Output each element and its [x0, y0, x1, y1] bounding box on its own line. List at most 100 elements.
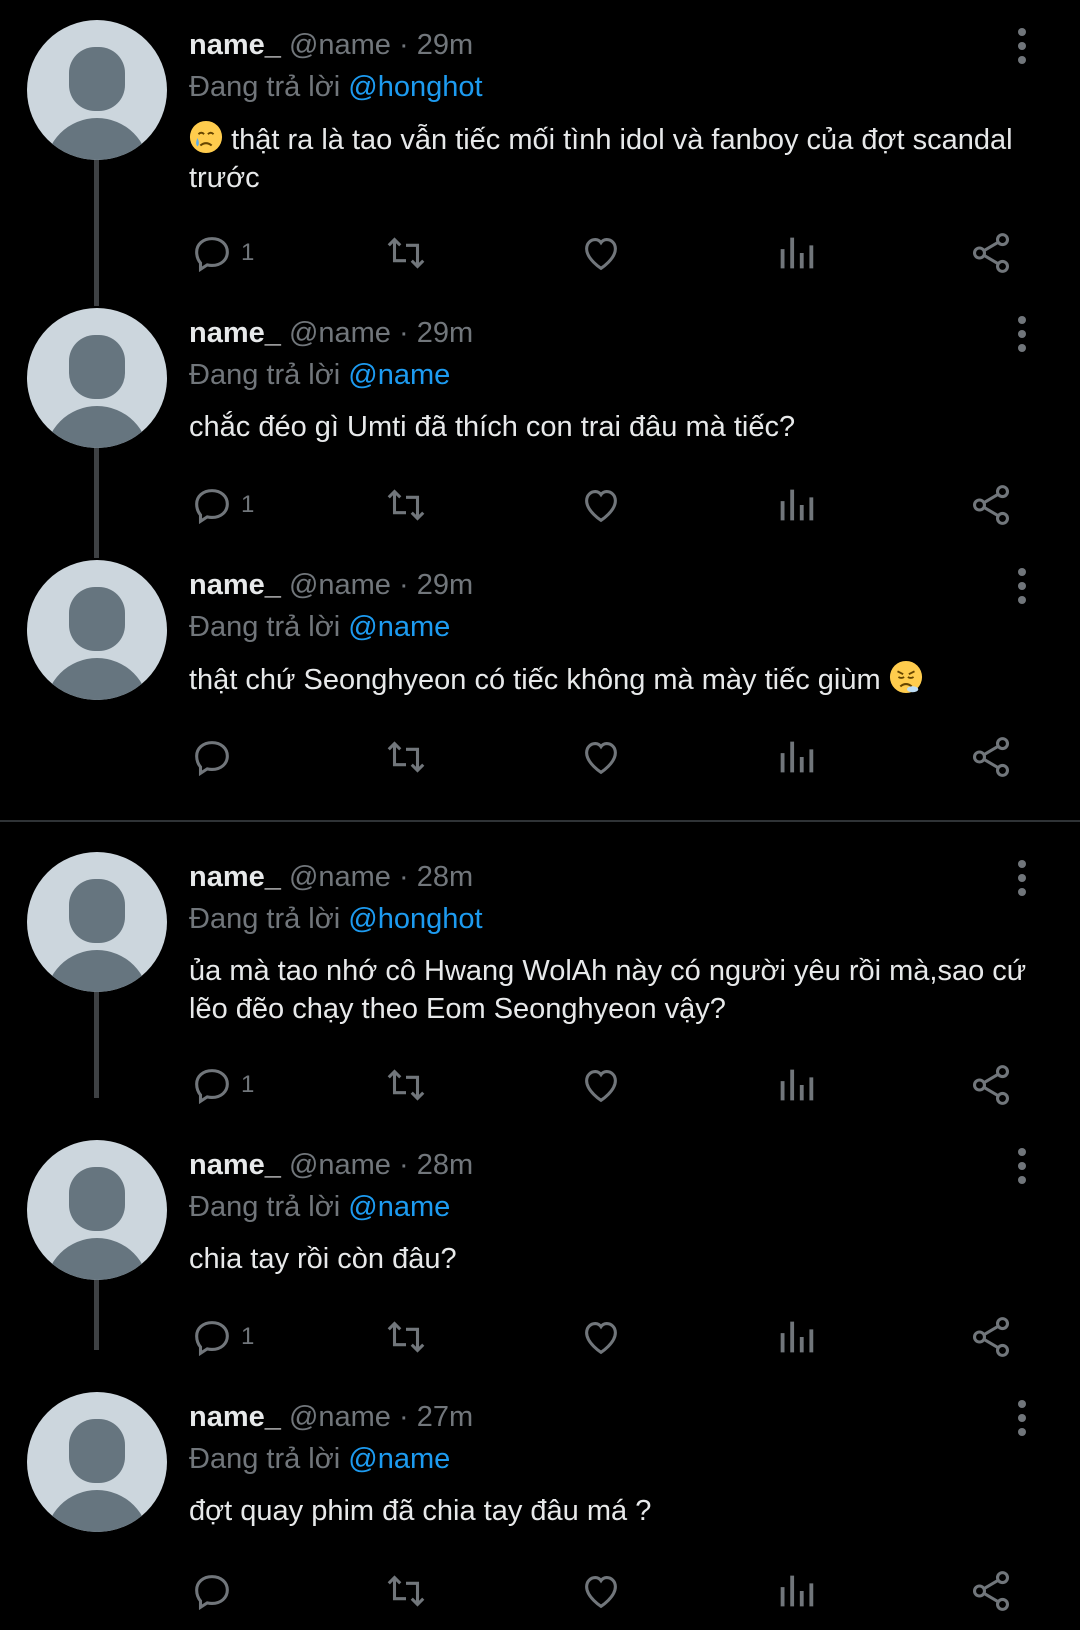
tweet[interactable]: name_ @name · 28m Đang trả lời @honghot …	[0, 832, 1080, 1122]
views-button[interactable]	[773, 1566, 819, 1616]
display-name[interactable]: name_	[189, 569, 281, 601]
more-options-icon[interactable]	[1010, 1398, 1034, 1438]
share-button[interactable]	[968, 1312, 1014, 1362]
display-name[interactable]: name_	[189, 1149, 281, 1181]
user-handle[interactable]: @name	[289, 1149, 391, 1181]
tweet-actions: 1	[0, 228, 1080, 278]
tweet-body: ủa mà tao nhớ cô Hwang WolAh này có ngườ…	[189, 955, 1027, 1025]
timestamp[interactable]: 27m	[417, 1401, 473, 1433]
tweet-body: thật chứ Seonghyeon có tiếc không mà mày…	[189, 664, 881, 696]
user-handle[interactable]: @name	[289, 861, 391, 893]
like-button[interactable]	[578, 1060, 624, 1110]
like-button[interactable]	[578, 1312, 624, 1362]
reply-prefix: Đang trả lời	[189, 359, 341, 391]
share-button[interactable]	[968, 732, 1014, 782]
share-icon	[972, 1317, 1010, 1357]
tweet[interactable]: name_ @name · 29m Đang trả lời @honghot …	[0, 0, 1080, 290]
mention-link[interactable]: @honghot	[348, 71, 482, 103]
reply-button[interactable]: 1	[189, 1312, 254, 1362]
more-options-icon[interactable]	[1010, 314, 1034, 354]
like-icon	[585, 742, 617, 775]
more-options-icon[interactable]	[1010, 1146, 1034, 1186]
timestamp[interactable]: 28m	[417, 1149, 473, 1181]
tweet[interactable]: name_ @name · 28m Đang trả lời @name chi…	[0, 1120, 1080, 1372]
reply-button[interactable]: 1	[189, 228, 254, 278]
tweet[interactable]: name_ @name · 27m Đang trả lời @name đợt…	[0, 1372, 1080, 1630]
reply-prefix: Đang trả lời	[189, 611, 341, 643]
reply-prefix: Đang trả lời	[189, 1443, 341, 1475]
views-icon	[780, 1069, 814, 1101]
avatar[interactable]	[27, 308, 167, 448]
mention-link[interactable]: @name	[348, 611, 450, 643]
views-button[interactable]	[773, 732, 819, 782]
share-button[interactable]	[968, 480, 1014, 530]
like-button[interactable]	[578, 228, 624, 278]
user-handle[interactable]: @name	[289, 569, 391, 601]
mention-link[interactable]: @name	[348, 359, 450, 391]
display-name[interactable]: name_	[189, 317, 281, 349]
share-button[interactable]	[968, 1566, 1014, 1616]
retweet-button[interactable]	[383, 1060, 429, 1110]
retweet-button[interactable]	[383, 1312, 429, 1362]
separator: ·	[399, 29, 409, 61]
display-name[interactable]: name_	[189, 861, 281, 893]
views-button[interactable]	[773, 1060, 819, 1110]
retweet-icon	[387, 1575, 425, 1607]
timestamp[interactable]: 29m	[417, 317, 473, 349]
avatar[interactable]	[27, 20, 167, 160]
user-handle[interactable]: @name	[289, 1401, 391, 1433]
user-handle[interactable]: @name	[289, 29, 391, 61]
share-icon	[972, 1065, 1010, 1105]
like-button[interactable]	[578, 1566, 624, 1616]
views-icon	[780, 741, 814, 773]
reply-button[interactable]	[189, 732, 241, 782]
retweet-button[interactable]	[383, 1566, 429, 1616]
retweet-button[interactable]	[383, 480, 429, 530]
avatar[interactable]	[27, 560, 167, 700]
share-button[interactable]	[968, 228, 1014, 278]
timestamp[interactable]: 29m	[417, 29, 473, 61]
tweet[interactable]: name_ @name · 29m Đang trả lời @name chắ…	[0, 288, 1080, 540]
tweet-header: name_ @name · 27m	[189, 1398, 473, 1436]
reply-icon	[195, 1321, 229, 1357]
avatar[interactable]	[27, 1140, 167, 1280]
views-button[interactable]	[773, 228, 819, 278]
retweet-button[interactable]	[383, 732, 429, 782]
user-handle[interactable]: @name	[289, 317, 391, 349]
share-button[interactable]	[968, 1060, 1014, 1110]
disappointed-relieved-face-emoji	[889, 660, 922, 694]
retweet-button[interactable]	[383, 228, 429, 278]
display-name[interactable]: name_	[189, 1401, 281, 1433]
mention-link[interactable]: @name	[348, 1443, 450, 1475]
reply-button[interactable]	[189, 1566, 241, 1616]
display-name[interactable]: name_	[189, 29, 281, 61]
separator: ·	[399, 317, 409, 349]
avatar[interactable]	[27, 852, 167, 992]
tweet-actions	[0, 1566, 1080, 1616]
reply-button[interactable]: 1	[189, 480, 254, 530]
share-icon	[972, 233, 1010, 273]
tweet-actions: 1	[0, 1312, 1080, 1362]
reply-button[interactable]: 1	[189, 1060, 254, 1110]
mention-link[interactable]: @name	[348, 1191, 450, 1223]
avatar[interactable]	[27, 1392, 167, 1532]
like-button[interactable]	[578, 480, 624, 530]
more-options-icon[interactable]	[1010, 26, 1034, 66]
timestamp[interactable]: 29m	[417, 569, 473, 601]
tweet[interactable]: name_ @name · 29m Đang trả lời @name thậ…	[0, 540, 1080, 820]
tweet-actions: 1	[0, 1060, 1080, 1110]
like-button[interactable]	[578, 732, 624, 782]
views-button[interactable]	[773, 480, 819, 530]
timestamp[interactable]: 28m	[417, 861, 473, 893]
mention-link[interactable]: @honghot	[348, 903, 482, 935]
tweet-text: chia tay rồi còn đâu?	[189, 1240, 1049, 1278]
more-options-icon[interactable]	[1010, 858, 1034, 898]
more-options-icon[interactable]	[1010, 566, 1034, 606]
tweet-text: thật chứ Seonghyeon có tiếc không mà mày…	[189, 660, 1049, 699]
retweet-icon	[387, 489, 425, 521]
like-icon	[585, 1576, 617, 1609]
replying-to: Đang trả lời @name	[189, 1440, 450, 1478]
tweet-text: ủa mà tao nhớ cô Hwang WolAh này có ngườ…	[189, 952, 1049, 1028]
views-button[interactable]	[773, 1312, 819, 1362]
reply-icon	[195, 741, 229, 777]
